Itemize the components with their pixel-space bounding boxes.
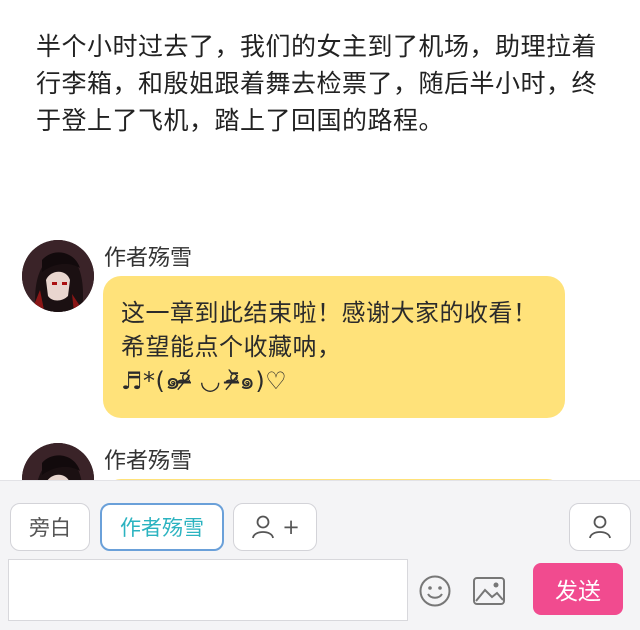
image-icon — [473, 577, 505, 605]
smiley-icon — [419, 575, 451, 607]
author-message: 作者殇雪 这一章到此结束啦！感谢大家的收看！希望能点个收藏呐， ♬*(๑ᵒ̴̶̷… — [22, 240, 622, 420]
author-role-button[interactable]: 作者殇雪 — [100, 503, 224, 551]
image-button[interactable] — [471, 573, 507, 609]
narration-text: 半个小时过去了，我们的女主到了机场，助理拉着行李箱，和殷姐跟着舞去检票了，随后半… — [36, 32, 598, 135]
avatar-image — [22, 240, 94, 312]
avatar-image — [22, 443, 94, 483]
emoji-button[interactable] — [417, 573, 453, 609]
person-icon — [589, 515, 611, 539]
message-input[interactable] — [8, 559, 408, 621]
role-manage-button[interactable] — [569, 503, 631, 551]
author-name: 作者殇雪 — [104, 449, 193, 474]
avatar[interactable] — [22, 240, 94, 312]
person-add-icon — [252, 515, 275, 539]
message-emoticon: ♬*(๑ᵒ̴̶̷᷄ ◡ ᵒ̴̶̷᷅๑)♡ — [121, 367, 288, 395]
message-text: 这一章到此结束啦！感谢大家的收看！希望能点个收藏呐， — [121, 299, 538, 361]
add-role-button[interactable]: + — [233, 503, 317, 551]
send-button[interactable]: 发送 — [533, 563, 623, 615]
narration-role-button[interactable]: 旁白 — [10, 503, 90, 551]
author-name: 作者殇雪 — [104, 246, 193, 271]
composer-bar: 旁白 作者殇雪 + 发送 — [0, 480, 640, 630]
avatar[interactable] — [22, 443, 94, 483]
author-message: 作者殇雪 — [22, 443, 622, 483]
message-bubble: 这一章到此结束啦！感谢大家的收看！希望能点个收藏呐， ♬*(๑ᵒ̴̶̷᷄ ◡ ᵒ… — [103, 276, 565, 418]
add-plus-label: + — [282, 515, 300, 539]
